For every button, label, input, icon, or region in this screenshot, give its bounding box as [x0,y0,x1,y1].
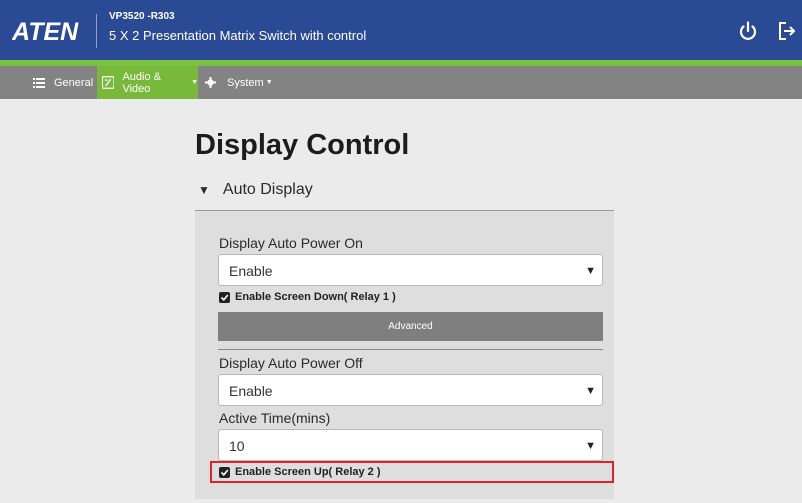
dropdown-arrow-icon: ▼ [585,440,596,452]
nav-label-general: General [54,76,94,89]
auto-power-on-label: Display Auto Power On [219,235,363,251]
logout-icon[interactable] [776,20,798,42]
main-nav: General Audio & Video ▼ System ▼ [0,66,802,99]
list-icon [33,77,45,88]
product-name: 5 X 2 Presentation Matrix Switch with co… [109,28,367,43]
av-icon [102,76,115,89]
auto-power-on-select[interactable]: Enable ▼ [218,254,603,286]
chevron-down-icon: ▼ [191,79,198,86]
active-time-select[interactable]: 10 ▼ [218,429,603,461]
page-title: Display Control [195,129,410,161]
model-name: VP3520 -R303 [109,11,175,22]
highlight-box [210,461,614,483]
auto-power-off-select[interactable]: Enable ▼ [218,374,603,406]
section-toggle-auto-display[interactable]: ▼ Auto Display [198,181,313,199]
screen-down-checkbox-row[interactable]: Enable Screen Down( Relay 1 ) [219,291,396,303]
auto-power-off-label: Display Auto Power Off [219,355,363,371]
screen-down-label: Enable Screen Down( Relay 1 ) [235,291,396,303]
svg-text:ATEN: ATEN [12,18,79,45]
panel-divider [218,349,603,350]
active-time-label: Active Time(mins) [219,410,331,426]
nav-item-system[interactable]: System ▼ [205,66,273,99]
dropdown-arrow-icon: ▼ [585,385,596,397]
nav-item-audio-video[interactable]: Audio & Video ▼ [97,66,198,99]
nav-item-general[interactable]: General [33,66,93,99]
auto-power-off-value: Enable [229,383,273,399]
advanced-button[interactable]: Advanced [218,312,603,341]
nav-label-audio-video: Audio & Video [122,70,161,95]
aten-logo: ATEN [12,18,79,45]
power-icon[interactable] [737,20,759,42]
gear-icon [205,77,216,88]
auto-power-on-value: Enable [229,263,273,279]
chevron-down-icon: ▼ [265,79,273,86]
checkbox-checked-icon[interactable] [219,291,230,303]
active-time-value: 10 [229,438,245,454]
top-header: ATEN VP3520 -R303 5 X 2 Presentation Mat… [0,0,802,60]
section-title: Auto Display [222,181,313,198]
dropdown-arrow-icon: ▼ [585,265,596,277]
collapse-triangle-icon: ▼ [198,183,210,197]
header-divider [96,14,97,48]
nav-label-system: System [227,76,264,89]
